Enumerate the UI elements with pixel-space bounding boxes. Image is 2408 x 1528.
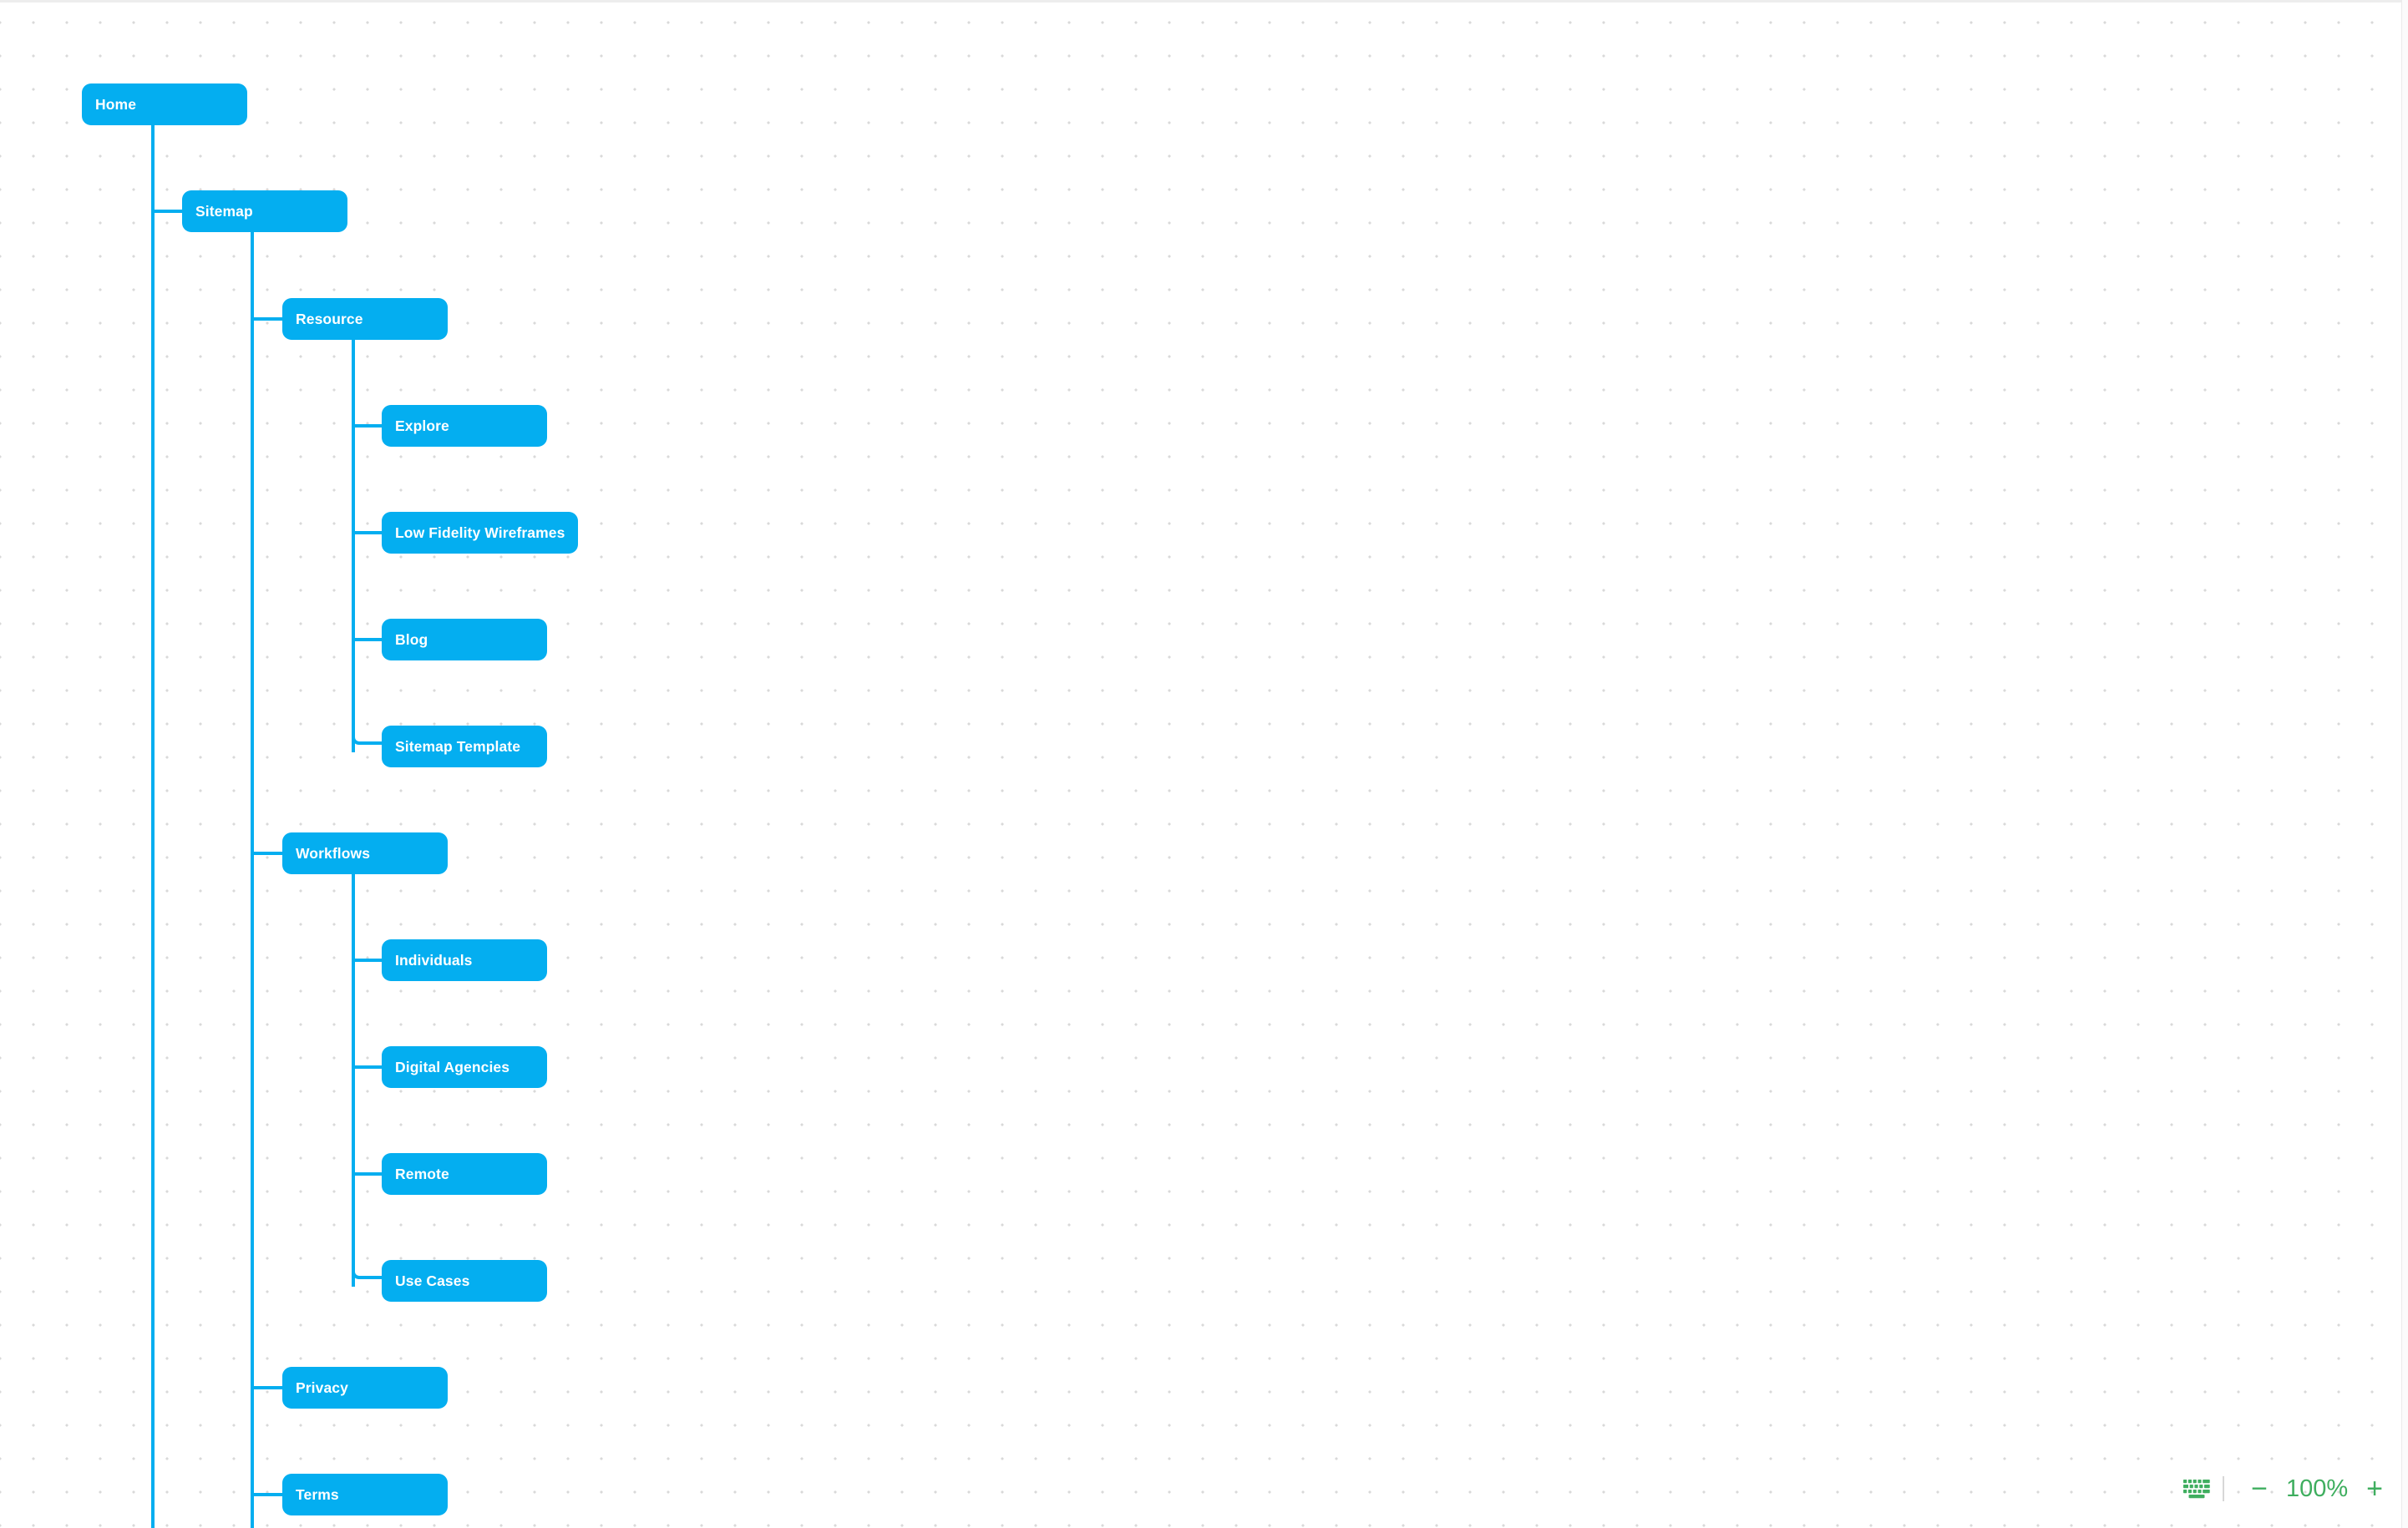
node-sitemap-label: Sitemap xyxy=(195,202,253,220)
connector-workflows-trunk xyxy=(352,874,355,1287)
connector-resource-to-low-fidelity xyxy=(352,531,385,534)
top-edge-divider xyxy=(0,0,2408,3)
vertical-scrollbar-track[interactable] xyxy=(2401,0,2408,1528)
node-low-fidelity-wireframes-label: Low Fidelity Wireframes xyxy=(395,524,565,541)
node-terms-label: Terms xyxy=(296,1485,339,1503)
toolbar-divider xyxy=(2223,1476,2225,1501)
connector-home-trunk xyxy=(151,125,155,1528)
node-individuals[interactable]: Individuals xyxy=(382,939,547,981)
zoom-in-button[interactable]: + xyxy=(2360,1475,2390,1503)
node-sitemap-template[interactable]: Sitemap Template xyxy=(382,726,547,767)
node-use-cases-label: Use Cases xyxy=(395,1272,470,1289)
diagram-canvas[interactable]: Home Sitemap Resource Explore Low Fideli… xyxy=(0,0,2408,1528)
zoom-out-button[interactable]: − xyxy=(2244,1475,2274,1503)
connector-workflows-to-remote xyxy=(352,1172,385,1176)
node-privacy-label: Privacy xyxy=(296,1379,348,1396)
keyboard-icon xyxy=(2183,1480,2210,1499)
keyboard-shortcuts-button[interactable] xyxy=(2177,1470,2216,1508)
node-resource[interactable]: Resource xyxy=(282,298,448,340)
connector-resource-to-blog xyxy=(352,638,385,641)
node-workflows-label: Workflows xyxy=(296,844,371,862)
connector-sitemap-to-resource xyxy=(251,317,286,321)
connector-sitemap-to-privacy xyxy=(251,1386,286,1389)
connector-sitemap-to-terms xyxy=(251,1493,286,1496)
connector-home-to-sitemap xyxy=(151,210,185,213)
node-digital-agencies[interactable]: Digital Agencies xyxy=(382,1046,547,1088)
connector-sitemap-to-workflows xyxy=(251,852,286,855)
connector-workflows-to-use-cases xyxy=(352,1261,370,1279)
node-home[interactable]: Home xyxy=(82,83,247,125)
connector-resource-trunk xyxy=(352,340,355,752)
node-privacy[interactable]: Privacy xyxy=(282,1367,448,1409)
node-sitemap-template-label: Sitemap Template xyxy=(395,737,521,755)
node-sitemap[interactable]: Sitemap xyxy=(182,190,347,232)
node-digital-agencies-label: Digital Agencies xyxy=(395,1058,510,1075)
node-blog[interactable]: Blog xyxy=(382,619,547,660)
node-home-label: Home xyxy=(95,95,137,113)
connector-resource-to-explore xyxy=(352,424,385,428)
connector-resource-to-sitemap-template xyxy=(352,726,370,745)
node-individuals-label: Individuals xyxy=(395,951,473,969)
connector-workflows-to-individuals xyxy=(352,959,385,962)
node-explore[interactable]: Explore xyxy=(382,405,547,447)
connector-sitemap-trunk xyxy=(251,232,254,1528)
node-workflows[interactable]: Workflows xyxy=(282,832,448,874)
node-remote[interactable]: Remote xyxy=(382,1153,547,1195)
node-low-fidelity-wireframes[interactable]: Low Fidelity Wireframes xyxy=(382,512,579,554)
node-terms[interactable]: Terms xyxy=(282,1474,448,1515)
zoom-toolbar: − 100% + xyxy=(2177,1470,2390,1508)
node-resource-label: Resource xyxy=(296,310,363,327)
node-remote-label: Remote xyxy=(395,1165,449,1182)
node-blog-label: Blog xyxy=(395,630,428,648)
connector-workflows-to-digital-agencies xyxy=(352,1065,385,1069)
node-explore-label: Explore xyxy=(395,417,449,434)
zoom-level-label[interactable]: 100% xyxy=(2274,1475,2360,1503)
node-use-cases[interactable]: Use Cases xyxy=(382,1260,547,1302)
